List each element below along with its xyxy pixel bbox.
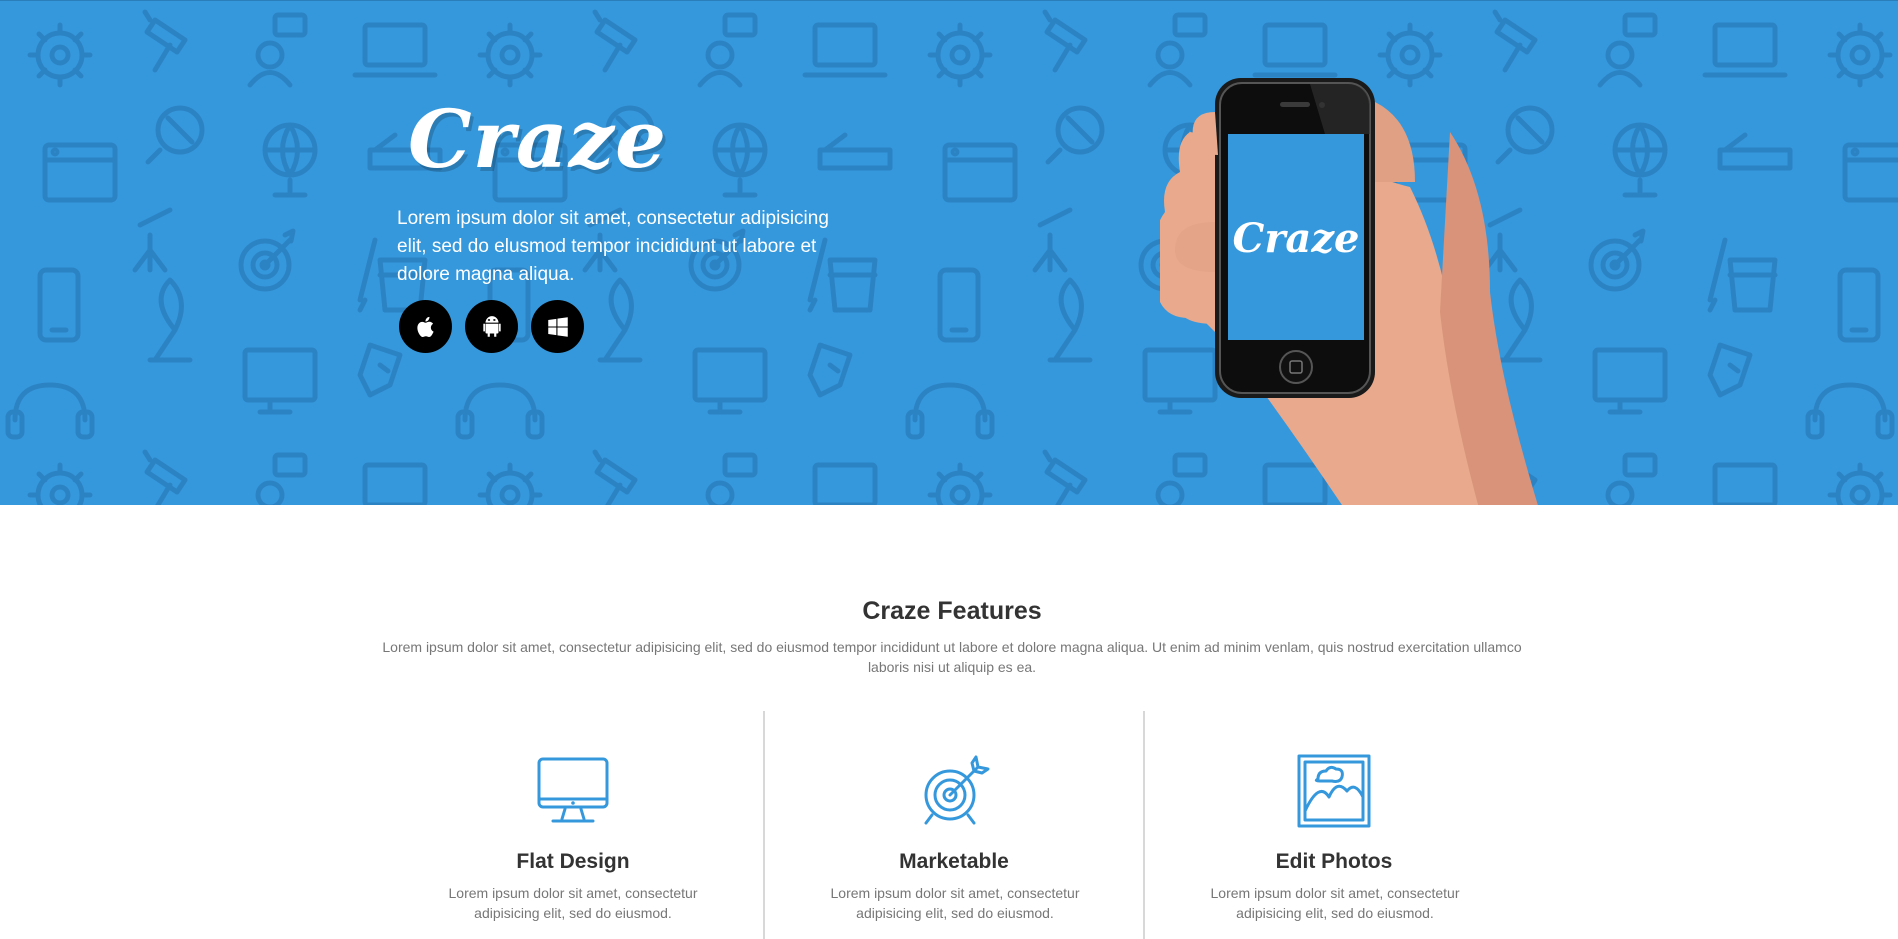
hero-banner: Craze Lorem ipsum dolor sit amet, consec… bbox=[0, 0, 1898, 505]
store-buttons bbox=[399, 300, 584, 353]
apple-store-button[interactable] bbox=[399, 300, 452, 353]
feature-title: Marketable bbox=[899, 850, 1009, 873]
phone-screen-logo: Craze bbox=[1233, 215, 1360, 262]
icon-pattern-background bbox=[0, 0, 1898, 505]
windows-store-button[interactable] bbox=[531, 300, 584, 353]
feature-marketable: Marketable Lorem ipsum dolor sit amet, c… bbox=[763, 711, 1143, 939]
feature-title: Edit Photos bbox=[1275, 850, 1393, 873]
feature-flat-design: Flat Design Lorem ipsum dolor sit amet, … bbox=[383, 711, 763, 939]
target-icon bbox=[924, 755, 990, 825]
apple-icon bbox=[416, 316, 434, 337]
phone-mockup-image: Craze bbox=[1160, 78, 1538, 505]
windows-icon bbox=[547, 316, 568, 337]
android-icon bbox=[482, 315, 501, 337]
feature-text: Lorem ipsum dolor sit amet, consectetur … bbox=[1210, 885, 1460, 921]
hero-tagline: Lorem ipsum dolor sit amet, consectetur … bbox=[397, 208, 829, 285]
feature-text: Lorem ipsum dolor sit amet, consectetur … bbox=[448, 885, 698, 921]
photo-icon bbox=[1297, 754, 1371, 828]
features-columns: Flat Design Lorem ipsum dolor sit amet, … bbox=[383, 711, 1523, 939]
features-subtitle: Lorem ipsum dolor sit amet, consectetur … bbox=[382, 639, 1522, 675]
feature-edit-photos: Edit Photos Lorem ipsum dolor sit amet, … bbox=[1143, 711, 1523, 939]
features-title: Craze Features bbox=[862, 597, 1042, 625]
feature-text: Lorem ipsum dolor sit amet, consectetur … bbox=[830, 885, 1080, 921]
android-store-button[interactable] bbox=[465, 300, 518, 353]
brand-logo: Craze bbox=[408, 92, 667, 186]
monitor-icon bbox=[537, 757, 609, 823]
feature-title: Flat Design bbox=[516, 850, 630, 873]
